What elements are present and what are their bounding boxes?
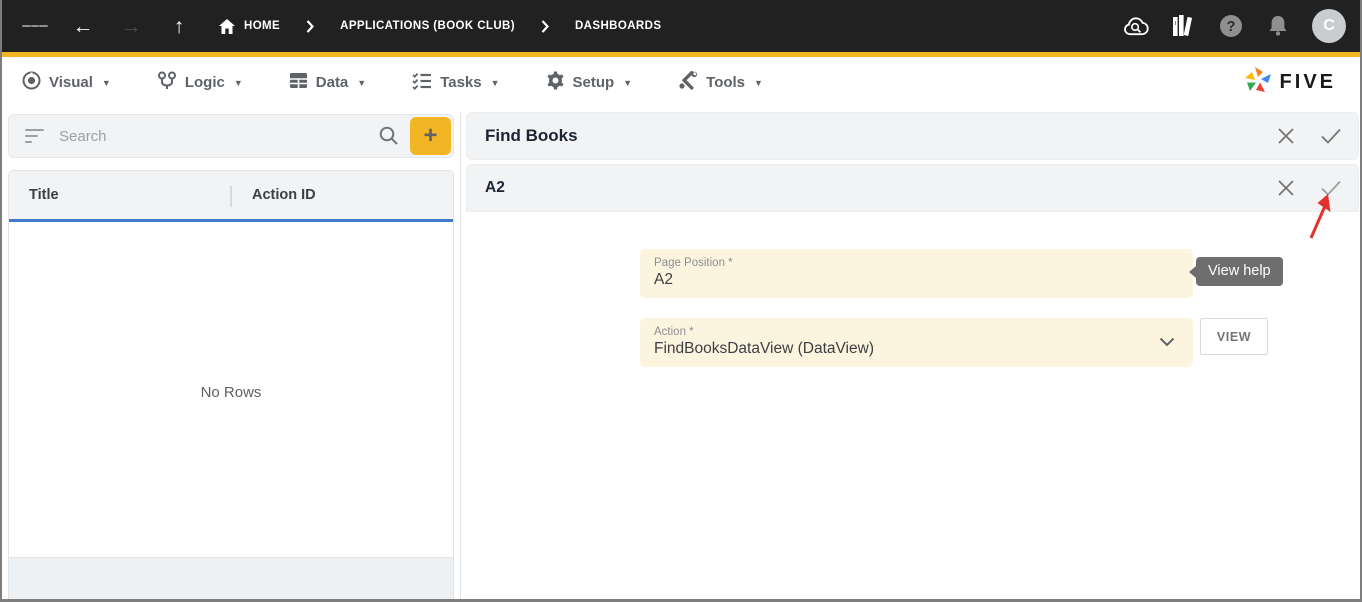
page-position-input[interactable] bbox=[654, 269, 1179, 289]
column-header-title[interactable]: Title bbox=[29, 187, 59, 203]
view-button[interactable]: VIEW bbox=[1200, 318, 1268, 355]
column-divider[interactable] bbox=[230, 186, 232, 207]
user-avatar[interactable]: C bbox=[1312, 9, 1346, 43]
menu-hamburger-icon[interactable] bbox=[22, 13, 48, 39]
column-header-action-id[interactable]: Action ID bbox=[252, 187, 316, 203]
caret-down-icon: ▼ bbox=[491, 78, 500, 88]
left-panel: + Title Action ID No Rows bbox=[8, 112, 454, 600]
action-label: Action * bbox=[654, 326, 1159, 338]
five-brand-label: FIVE bbox=[1280, 71, 1336, 94]
notifications-bell-icon[interactable] bbox=[1265, 13, 1291, 39]
find-books-header: Find Books bbox=[466, 112, 1359, 160]
menu-setup-label: Setup bbox=[573, 74, 615, 91]
page-title: Find Books bbox=[485, 126, 578, 146]
tooltip-arrow bbox=[1189, 266, 1196, 278]
right-panel: Find Books A2 bbox=[466, 112, 1359, 600]
five-brand: FIVE bbox=[1244, 65, 1346, 100]
breadcrumb-section-label: DASHBOARDS bbox=[575, 20, 661, 32]
breadcrumb-home[interactable]: HOME bbox=[218, 17, 280, 35]
action-form: Page Position * Action * FindBooksDataVi… bbox=[466, 212, 1359, 367]
breadcrumb-section[interactable]: DASHBOARDS bbox=[575, 20, 661, 32]
menu-logic-label: Logic bbox=[185, 74, 225, 91]
menu-visual[interactable]: Visual ▼ bbox=[22, 71, 111, 94]
page-position-label: Page Position * bbox=[654, 257, 1179, 269]
cloud-search-icon[interactable] bbox=[1124, 13, 1150, 39]
data-icon bbox=[289, 71, 308, 94]
chevron-right-icon bbox=[541, 20, 549, 33]
five-ide-window: ← → ↑ HOME APPLICATIONS (BOOK CLUB) DASH… bbox=[0, 0, 1362, 602]
chevron-down-icon[interactable] bbox=[1159, 337, 1175, 347]
caret-down-icon: ▼ bbox=[623, 78, 632, 88]
menu-tasks-label: Tasks bbox=[440, 74, 481, 91]
a2-subwindow-header: A2 bbox=[466, 164, 1359, 212]
breadcrumb-application[interactable]: APPLICATIONS (BOOK CLUB) bbox=[340, 20, 515, 32]
menu-data[interactable]: Data ▼ bbox=[289, 71, 366, 94]
help-icon[interactable]: ? bbox=[1218, 13, 1244, 39]
menu-tasks[interactable]: Tasks ▼ bbox=[412, 71, 499, 94]
a2-subwindow: A2 Page Position * bbox=[466, 164, 1359, 600]
page-position-field[interactable]: Page Position * bbox=[640, 249, 1193, 298]
caret-down-icon: ▼ bbox=[357, 78, 366, 88]
breadcrumb-application-label: APPLICATIONS (BOOK CLUB) bbox=[340, 20, 515, 32]
tasks-icon bbox=[412, 71, 432, 94]
chevron-right-icon bbox=[306, 20, 314, 33]
tooltip-text: View help bbox=[1208, 263, 1271, 279]
five-logo-icon bbox=[1244, 65, 1272, 100]
breadcrumb-home-label: HOME bbox=[244, 20, 280, 32]
actions-table: Title Action ID No Rows bbox=[8, 170, 454, 600]
logic-icon bbox=[157, 71, 177, 94]
breadcrumb: HOME APPLICATIONS (BOOK CLUB) DASHBOARDS bbox=[218, 17, 661, 35]
save-check-icon[interactable] bbox=[1318, 175, 1344, 201]
content-area: + Title Action ID No Rows Find Books bbox=[2, 108, 1360, 600]
menu-setup[interactable]: Setup ▼ bbox=[546, 71, 633, 94]
filter-icon[interactable] bbox=[25, 129, 45, 144]
menu-logic[interactable]: Logic ▼ bbox=[157, 71, 243, 94]
tools-icon bbox=[678, 71, 698, 94]
caret-down-icon: ▼ bbox=[234, 78, 243, 88]
table-header: Title Action ID bbox=[9, 171, 453, 222]
search-input[interactable] bbox=[45, 128, 378, 145]
search-bar: + bbox=[8, 114, 454, 158]
svg-text:?: ? bbox=[1227, 19, 1236, 35]
menu-visual-label: Visual bbox=[49, 74, 93, 91]
add-button[interactable]: + bbox=[410, 117, 451, 155]
action-select-value: FindBooksDataView (DataView) bbox=[654, 338, 1159, 358]
action-select-field[interactable]: Action * FindBooksDataView (DataView) bbox=[640, 318, 1193, 367]
forward-icon[interactable]: → bbox=[118, 13, 144, 39]
top-bar: ← → ↑ HOME APPLICATIONS (BOOK CLUB) DASH… bbox=[2, 0, 1360, 52]
menu-bar: Visual ▼ Logic ▼ Data ▼ bbox=[2, 57, 1360, 108]
a2-subwindow-body: Page Position * Action * FindBooksDataVi… bbox=[466, 212, 1359, 600]
table-body: No Rows bbox=[9, 222, 453, 557]
save-check-icon[interactable] bbox=[1318, 123, 1344, 149]
close-icon[interactable] bbox=[1273, 175, 1299, 201]
caret-down-icon: ▼ bbox=[754, 78, 763, 88]
menu-tools-label: Tools bbox=[706, 74, 745, 91]
up-icon[interactable]: ↑ bbox=[166, 13, 192, 39]
caret-down-icon: ▼ bbox=[102, 78, 111, 88]
panel-divider bbox=[460, 112, 461, 600]
library-books-icon[interactable] bbox=[1171, 13, 1197, 39]
close-icon[interactable] bbox=[1273, 123, 1299, 149]
table-footer bbox=[9, 557, 453, 599]
visual-icon bbox=[22, 71, 41, 94]
home-icon bbox=[218, 17, 236, 35]
subwindow-title: A2 bbox=[485, 179, 505, 197]
view-help-tooltip: View help bbox=[1196, 257, 1283, 286]
menu-data-label: Data bbox=[316, 74, 349, 91]
avatar-initial: C bbox=[1323, 17, 1335, 35]
search-icon[interactable] bbox=[378, 125, 400, 147]
back-icon[interactable]: ← bbox=[70, 13, 96, 39]
menu-tools[interactable]: Tools ▼ bbox=[678, 71, 763, 94]
no-rows-message: No Rows bbox=[201, 384, 262, 401]
setup-icon bbox=[546, 71, 565, 94]
